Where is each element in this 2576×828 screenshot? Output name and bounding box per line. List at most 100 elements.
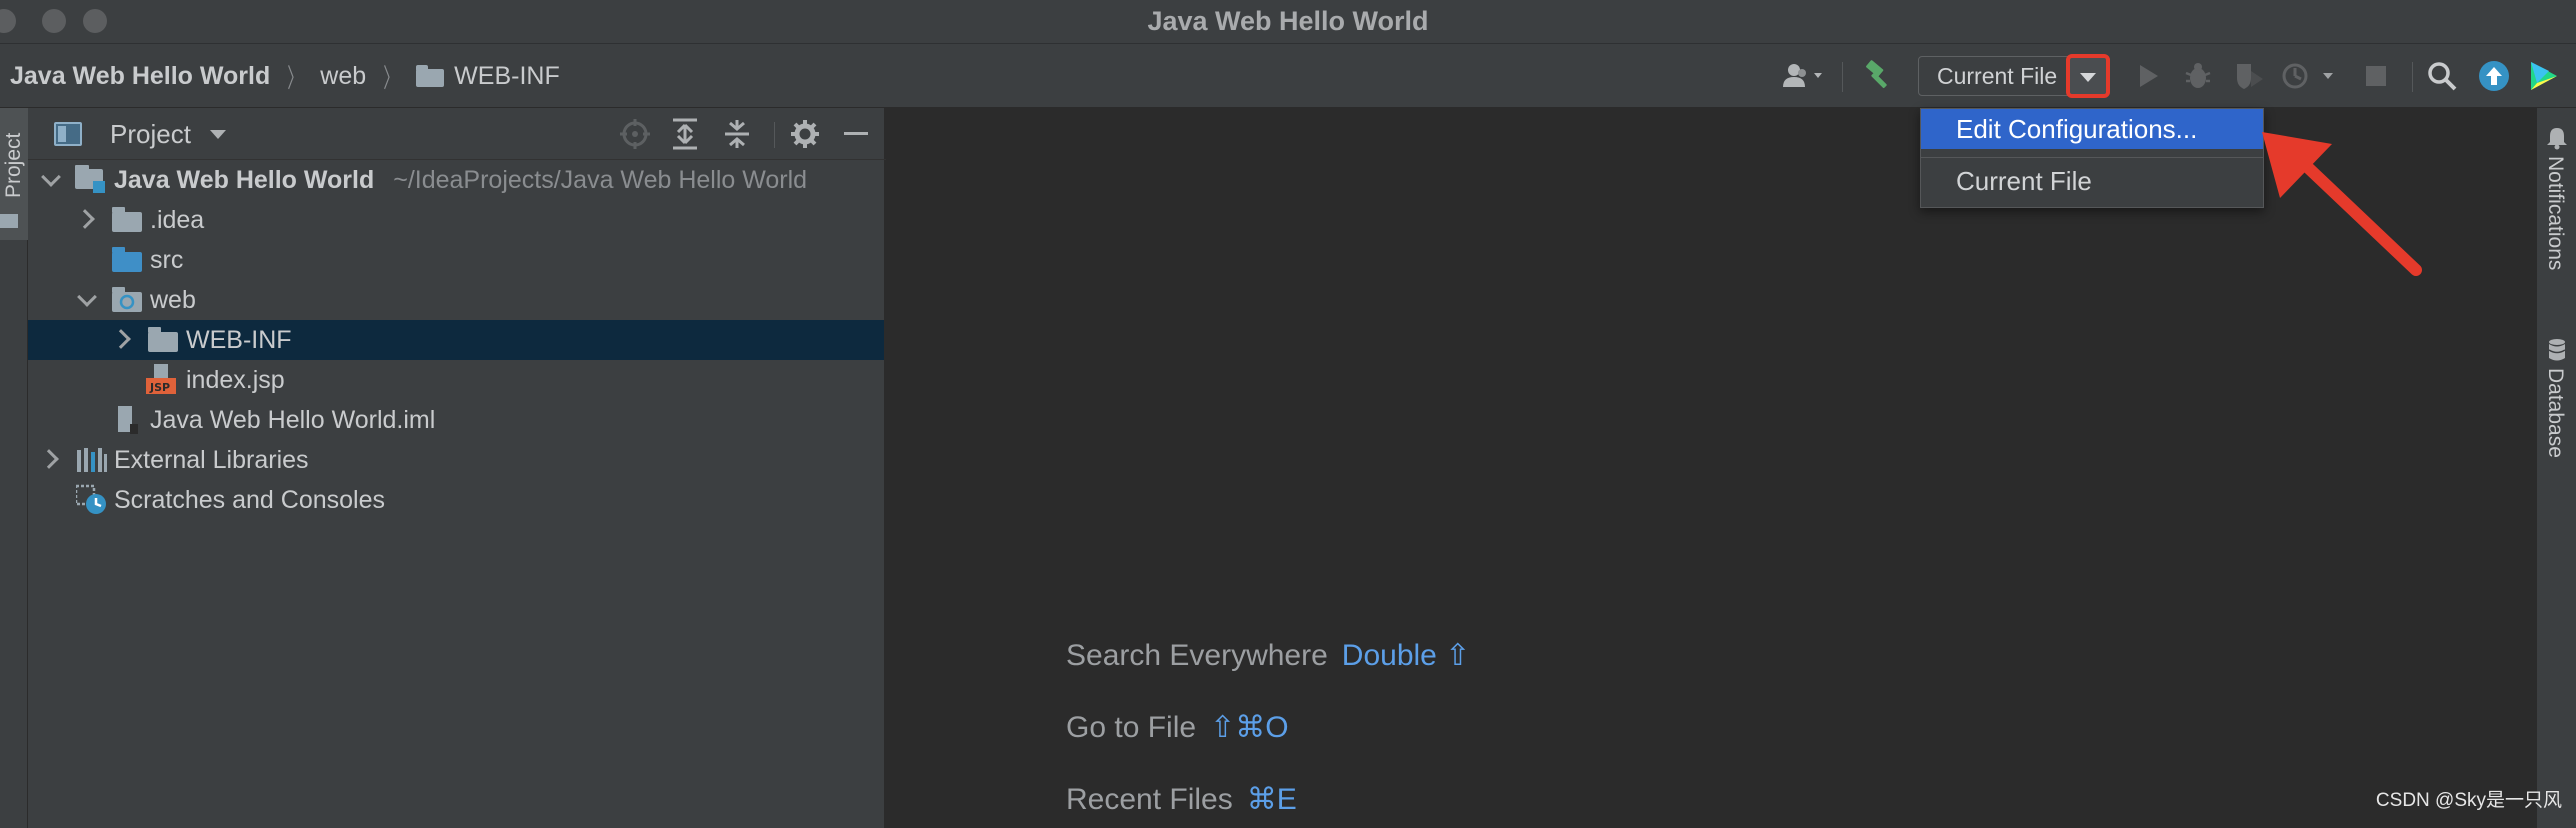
chevron-right-icon[interactable] <box>39 449 59 469</box>
project-tab-label: Project <box>2 132 25 198</box>
chevron-down-icon[interactable] <box>41 167 61 187</box>
run-configuration-dropdown-button[interactable] <box>2066 54 2110 98</box>
gear-icon[interactable] <box>790 119 820 149</box>
project-tool-window: Project Java Web Hello World ~/IdeaProje… <box>28 108 886 828</box>
toolbar-separator <box>2412 62 2413 92</box>
chevron-right-icon[interactable] <box>111 329 131 349</box>
update-arrow-icon <box>2479 61 2509 91</box>
stop-icon <box>2366 66 2386 86</box>
tree-item-label: Java Web Hello World ~/IdeaProjects/Java… <box>114 160 807 200</box>
web-folder-icon <box>112 287 142 312</box>
folder-icon <box>148 327 178 352</box>
breadcrumb-separator-icon: 〉 <box>383 62 399 93</box>
database-icon <box>2548 339 2566 361</box>
project-root-name: Java Web Hello World <box>114 166 375 194</box>
code-with-me-icon <box>2531 62 2557 90</box>
run-configuration-popup: Edit Configurations... Current File <box>1920 108 2264 208</box>
breadcrumb-web-inf[interactable]: WEB-INF <box>454 62 560 91</box>
folder-icon <box>112 207 142 232</box>
hint-text: Search Everywhere <box>1066 639 1328 672</box>
account-button[interactable] <box>1778 44 1832 108</box>
folder-icon <box>416 65 445 87</box>
project-tool-window-tab[interactable]: Project <box>0 108 28 240</box>
tree-item-web-folder[interactable]: web <box>28 280 884 320</box>
collapse-all-icon[interactable] <box>722 117 752 151</box>
module-folder-icon <box>75 165 105 193</box>
project-root-path: ~/IdeaProjects/Java Web Hello World <box>393 166 808 194</box>
tree-item-project-root[interactable]: Java Web Hello World ~/IdeaProjects/Java… <box>28 160 884 200</box>
window-title: Java Web Hello World <box>1147 6 1429 36</box>
user-icon <box>1783 64 1822 87</box>
breadcrumb-separator-icon: 〉 <box>287 62 304 93</box>
update-button[interactable] <box>2474 44 2514 108</box>
run-with-coverage-button[interactable] <box>2228 44 2270 108</box>
navigation-toolbar: Java Web Hello World 〉 web 〉 WEB-INF Cur… <box>0 44 2576 108</box>
header-separator <box>774 122 775 148</box>
profile-button[interactable] <box>2278 44 2344 108</box>
jetbrains-toolbox-button[interactable] <box>2522 44 2566 108</box>
database-tool-window-tab[interactable]: Database <box>2537 338 2576 478</box>
project-panel-header: Project <box>28 108 886 160</box>
play-icon <box>2140 65 2158 87</box>
chevron-down-icon[interactable] <box>210 130 226 139</box>
breadcrumb-project[interactable]: Java Web Hello World <box>10 62 270 91</box>
locate-file-icon[interactable] <box>618 117 652 151</box>
tree-item-index-jsp[interactable]: JSP index.jsp <box>28 360 884 400</box>
folder-icon <box>0 214 18 228</box>
debug-button[interactable] <box>2178 44 2218 108</box>
menu-separator <box>1921 157 2263 158</box>
library-icon <box>77 448 107 472</box>
bug-icon <box>2185 63 2211 88</box>
editor-hint-go-to-file: Go to File ⇧⌘O <box>1066 710 1289 745</box>
tree-item-label: Scratches and Consoles <box>114 486 385 514</box>
menu-item-edit-configurations[interactable]: Edit Configurations... <box>1921 109 2263 149</box>
tree-item-idea-folder[interactable]: .idea <box>28 200 884 240</box>
build-button[interactable] <box>1858 44 1898 108</box>
toolbar-separator <box>1842 62 1843 92</box>
hint-text: Recent Files <box>1066 783 1233 816</box>
breadcrumb: Java Web Hello World 〉 web 〉 WEB-INF <box>10 44 560 108</box>
hint-shortcut: ⌘E <box>1246 783 1297 816</box>
stop-button[interactable] <box>2356 44 2396 108</box>
notifications-tab-label: Notifications <box>2544 156 2567 271</box>
project-panel-title[interactable]: Project <box>110 108 191 160</box>
tree-item-web-inf-folder[interactable]: WEB-INF <box>28 320 884 360</box>
title-bar: Java Web Hello World <box>0 0 2576 44</box>
menu-item-current-file[interactable]: Current File <box>1921 161 2263 201</box>
annotation-arrow-icon <box>2262 132 2422 276</box>
database-tab-label: Database <box>2544 368 2567 458</box>
bell-icon <box>2547 128 2567 150</box>
chevron-down-icon[interactable] <box>77 287 97 307</box>
hammer-icon <box>1866 60 1887 89</box>
tree-item-label: Java Web Hello World.iml <box>150 406 436 434</box>
notifications-tool-window-tab[interactable]: Notifications <box>2537 126 2576 306</box>
hint-shortcut: ⇧⌘O <box>1210 711 1289 744</box>
tree-item-iml-file[interactable]: Java Web Hello World.iml <box>28 400 884 440</box>
chevron-down-icon <box>2080 73 2096 82</box>
coverage-shield-icon <box>2237 64 2263 89</box>
search-everywhere-button[interactable] <box>2422 44 2462 108</box>
tree-item-external-libraries[interactable]: External Libraries <box>28 440 884 480</box>
tree-item-label: .idea <box>150 206 205 234</box>
hint-shortcut: Double ⇧ <box>1341 639 1471 672</box>
tree-item-label: index.jsp <box>186 366 285 394</box>
tree-item-label: src <box>150 246 184 274</box>
tree-item-src-folder[interactable]: src <box>28 240 884 280</box>
source-folder-icon <box>112 247 142 272</box>
module-file-icon <box>118 406 138 434</box>
scratch-clock-icon <box>76 484 106 514</box>
hide-panel-icon[interactable] <box>844 132 868 135</box>
svg-text:JSP: JSP <box>149 381 170 394</box>
tree-item-scratches-and-consoles[interactable]: Scratches and Consoles <box>28 480 884 520</box>
tree-item-label: web <box>150 286 196 314</box>
profiler-icon <box>2282 63 2333 89</box>
right-tool-window-stripe: Notifications Database <box>2536 108 2576 828</box>
tree-item-label: External Libraries <box>114 446 309 474</box>
search-icon <box>2428 62 2457 91</box>
tree-item-label: WEB-INF <box>186 326 292 354</box>
editor-hint-recent-files: Recent Files ⌘E <box>1066 782 1297 817</box>
expand-all-icon[interactable] <box>670 117 700 151</box>
breadcrumb-web[interactable]: web <box>320 62 366 91</box>
run-button[interactable] <box>2128 44 2168 108</box>
chevron-right-icon[interactable] <box>75 209 95 229</box>
